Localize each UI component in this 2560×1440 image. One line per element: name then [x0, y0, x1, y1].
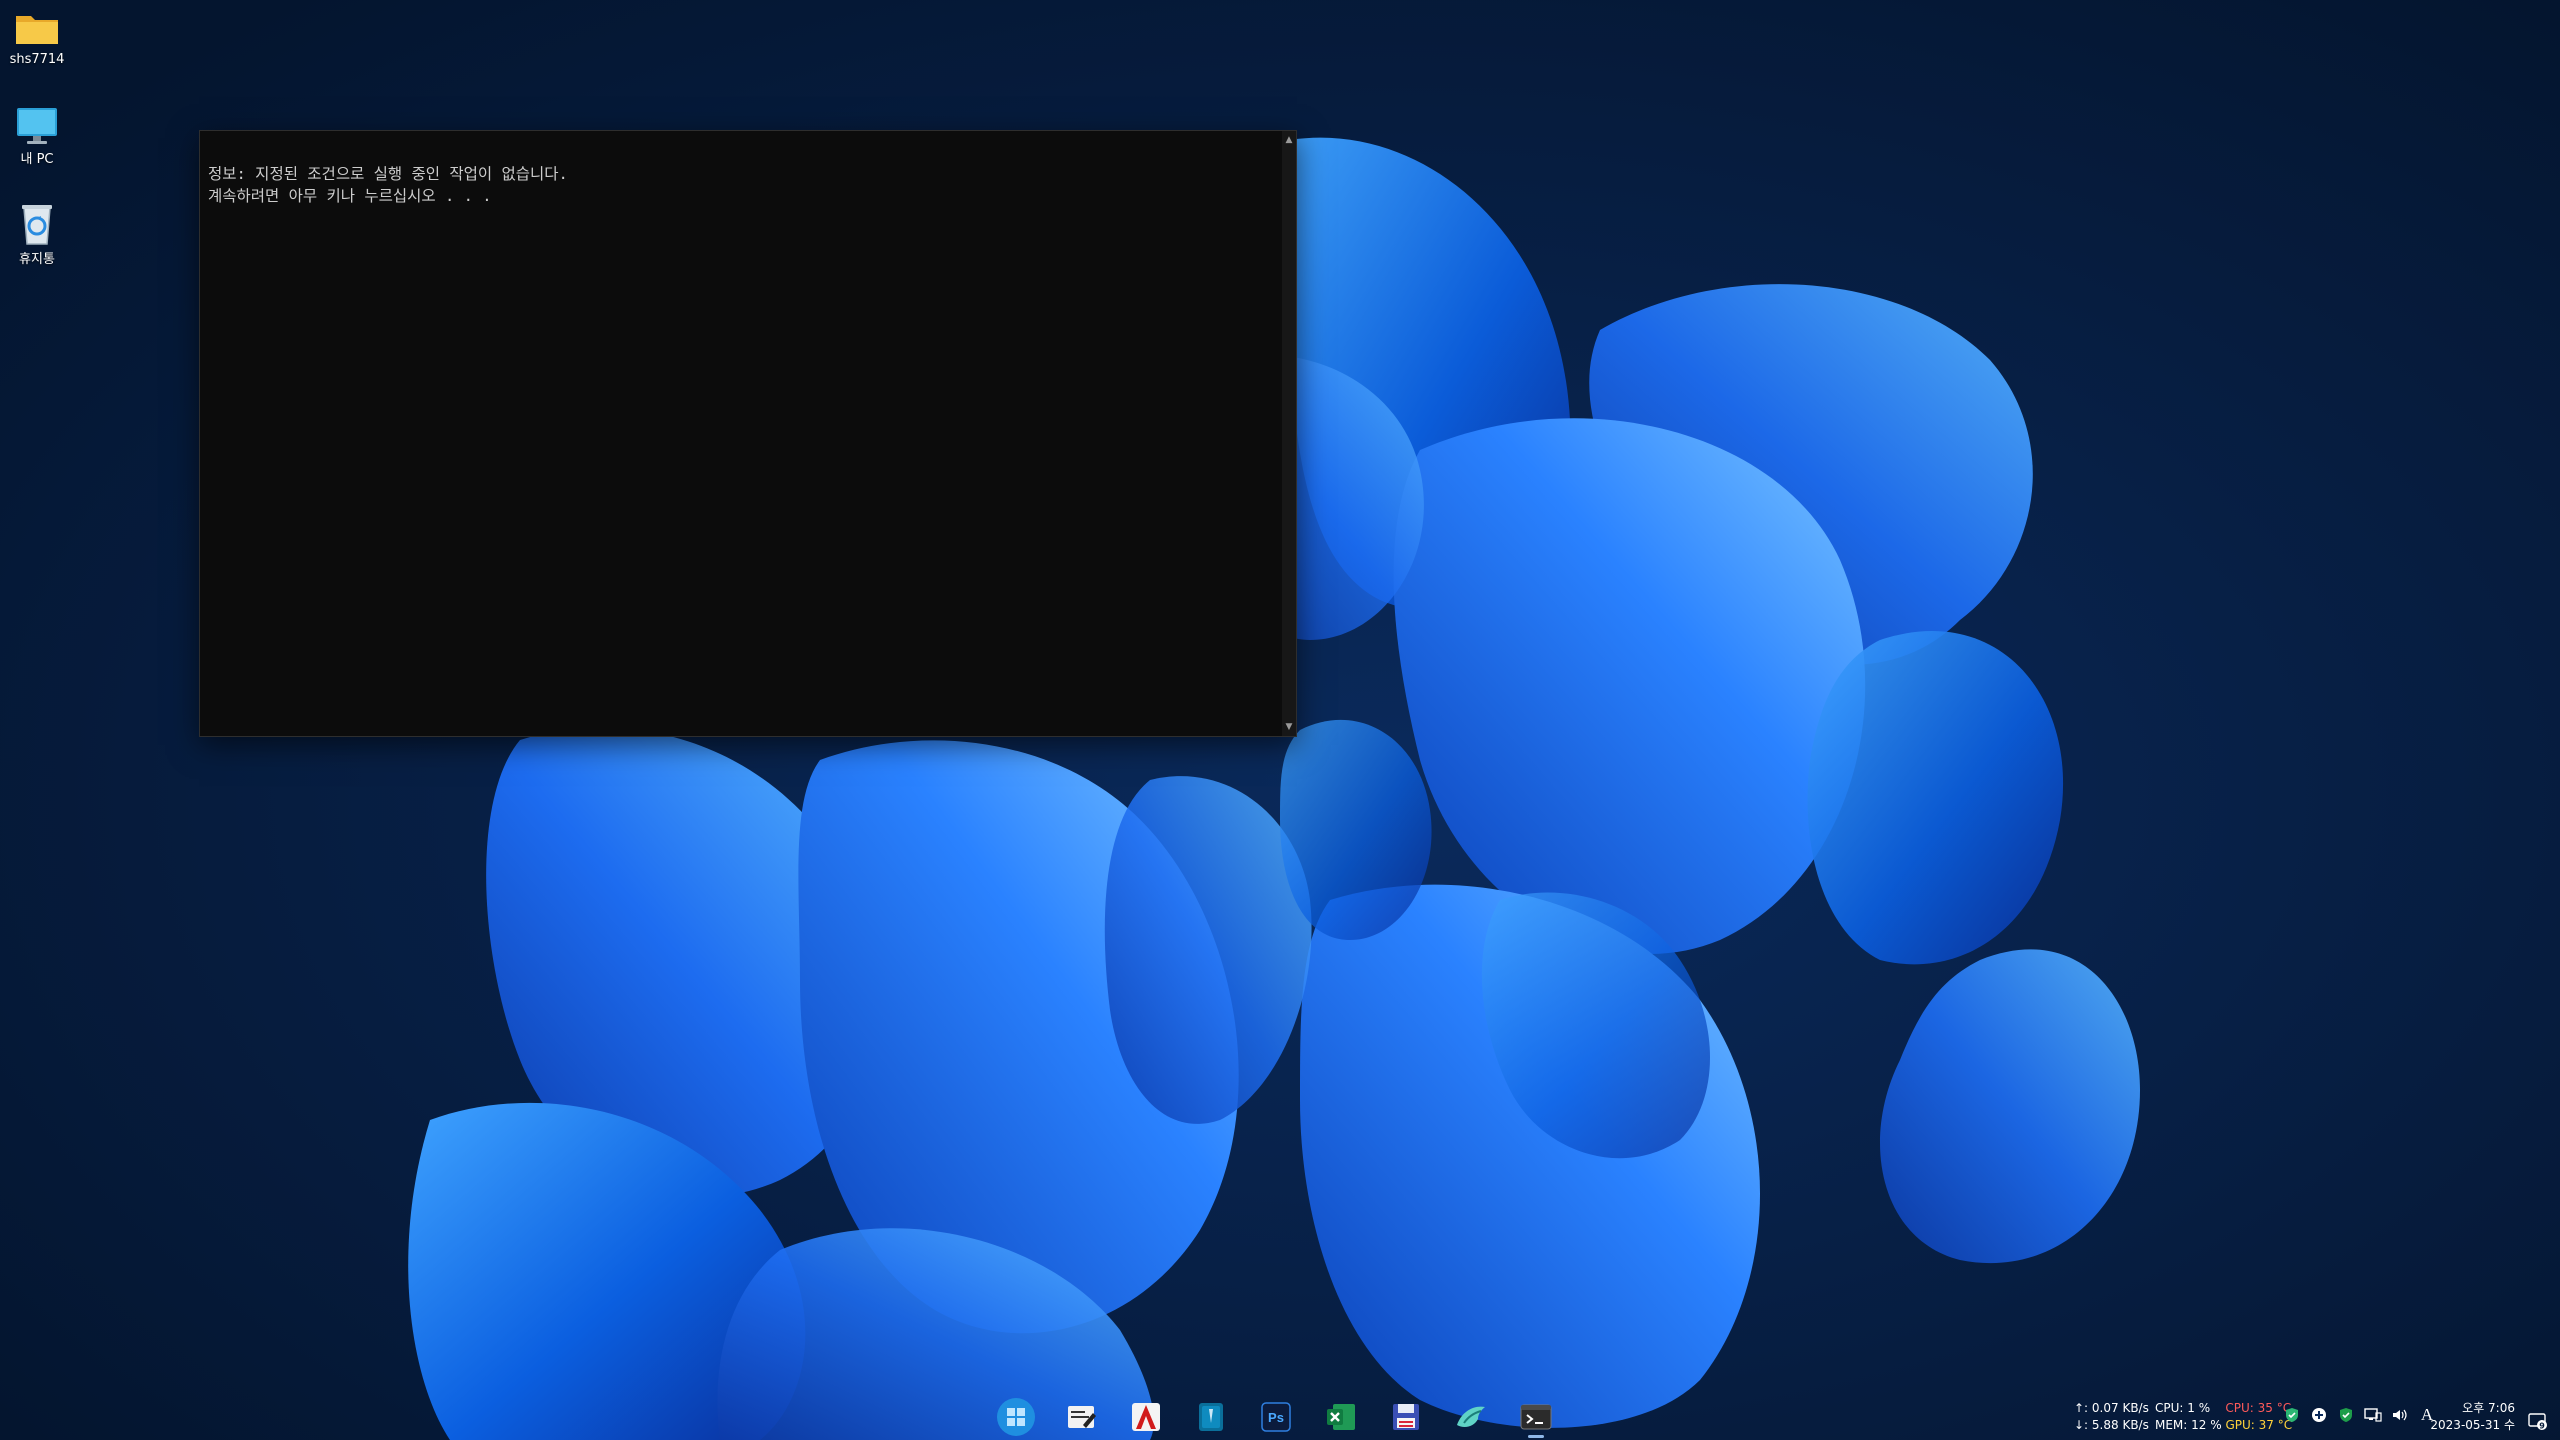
taskbar-notepad-button[interactable] — [1187, 1394, 1235, 1440]
floppy-icon — [1393, 1404, 1419, 1430]
desktop-icon-user-folder[interactable]: shs7714 — [4, 10, 70, 67]
clock-time: 오후 7:06 — [2462, 1401, 2515, 1415]
folder-icon — [16, 16, 58, 44]
taskbar-bird-app-button[interactable] — [1447, 1394, 1495, 1440]
download-speed: ↓: 5.88 KB/s — [2074, 1418, 2149, 1432]
console-window[interactable]: 정보: 지정된 조건으로 실행 중인 작업이 없습니다. 계속하려면 아무 키나 … — [199, 130, 1297, 737]
console-output[interactable]: 정보: 지정된 조건으로 실행 중인 작업이 없습니다. 계속하려면 아무 키나 … — [208, 163, 1266, 207]
taskbar-file-tool-button[interactable] — [1057, 1394, 1105, 1440]
notification-icon: 9 — [2528, 1413, 2547, 1431]
desktop-icon-my-pc[interactable]: 내 PC — [4, 106, 70, 167]
scroll-down-arrow-icon[interactable]: ▼ — [1282, 720, 1296, 734]
memory-usage: MEM: 12 % — [2155, 1418, 2222, 1432]
system-monitor-widget[interactable]: CPU: 1 % CPU: 35 °C MEM: 12 % GPU: 37 °C — [2155, 1400, 2292, 1434]
excel-icon — [1327, 1404, 1355, 1430]
notepad-icon — [1199, 1403, 1223, 1431]
autocad-icon — [1132, 1403, 1160, 1431]
recycle-bin-icon — [22, 205, 52, 245]
scroll-up-arrow-icon[interactable]: ▲ — [1282, 133, 1296, 147]
system-tray-icons: A — [2283, 1405, 2436, 1424]
console-line: 정보: 지정된 조건으로 실행 중인 작업이 없습니다. — [208, 165, 568, 183]
network-speed-widget[interactable]: ↑: 0.07 KB/s ↓: 5.88 KB/s — [2074, 1400, 2149, 1434]
taskbar-save-tool-button[interactable] — [1382, 1394, 1430, 1440]
windows-logo-icon — [997, 1398, 1035, 1436]
terminal-icon — [1520, 1404, 1552, 1430]
cpu-temperature: CPU: 35 °C — [2225, 1401, 2292, 1415]
notification-center-button[interactable]: 9 — [2528, 1413, 2548, 1431]
security-shield-icon[interactable] — [2283, 1406, 2301, 1424]
console-line: 계속하려면 아무 키나 누르십시오 . . . — [208, 187, 492, 205]
desktop-icon-label: 휴지통 — [19, 252, 55, 267]
desktop-icon-label: shs7714 — [9, 52, 65, 67]
bird-icon — [1457, 1406, 1485, 1427]
photoshop-icon: Ps — [1261, 1402, 1291, 1432]
taskbar-autocad-button[interactable] — [1122, 1394, 1170, 1440]
console-scrollbar[interactable]: ▲ ▼ — [1282, 131, 1296, 736]
photoshop-label: Ps — [1268, 1410, 1284, 1425]
sync-status-icon[interactable] — [2310, 1406, 2328, 1424]
network-icon[interactable] — [2364, 1406, 2382, 1424]
cpu-usage: CPU: 1 % — [2155, 1401, 2211, 1415]
notification-count: 9 — [2539, 1422, 2545, 1431]
desktop-icon-recycle-bin[interactable]: 휴지통 — [4, 202, 70, 267]
taskbar: Ps — [992, 1394, 1560, 1440]
monitor-icon — [17, 108, 57, 144]
taskbar-photoshop-button[interactable]: Ps — [1252, 1394, 1300, 1440]
taskbar-terminal-button[interactable] — [1512, 1394, 1560, 1440]
taskbar-excel-button[interactable] — [1317, 1394, 1365, 1440]
desktop-icon-label: 내 PC — [20, 152, 54, 167]
taskbar-clock[interactable]: 오후 7:06 2023-05-31 수 — [2427, 1400, 2515, 1434]
document-pen-icon — [1068, 1406, 1096, 1428]
defender-shield-icon[interactable] — [2337, 1406, 2355, 1424]
clock-date: 2023-05-31 수 — [2430, 1418, 2515, 1432]
upload-speed: ↑: 0.07 KB/s — [2074, 1401, 2149, 1415]
volume-icon[interactable] — [2391, 1406, 2409, 1424]
taskbar-start-button[interactable] — [992, 1394, 1040, 1440]
